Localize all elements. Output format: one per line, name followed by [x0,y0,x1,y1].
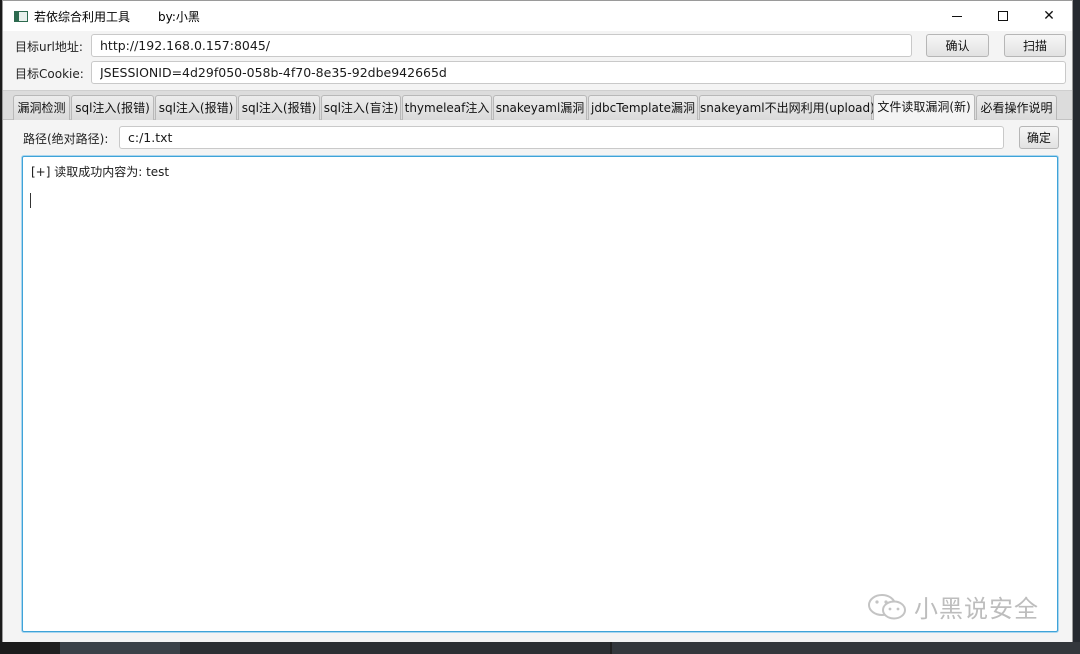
tab-jdbctemplate[interactable]: jdbcTemplate漏洞 [588,95,698,120]
file-read-panel: 路径(绝对路径): 确定 [+] 读取成功内容为: test 小黑说安全 [3,120,1072,642]
output-textarea[interactable]: [+] 读取成功内容为: test 小黑说安全 [22,156,1058,632]
url-input[interactable] [91,34,912,57]
maximize-icon [998,11,1008,21]
scan-button[interactable]: 扫描 [1004,34,1066,57]
tab-sql-blind[interactable]: sql注入(盲注) [321,95,401,120]
url-label: 目标url地址: [15,40,83,54]
title-bar: 若依综合利用工具 by:小黑 ✕ [3,1,1072,31]
confirm-button[interactable]: 确认 [926,34,989,57]
path-input[interactable] [119,126,1004,149]
tab-vuln-detect[interactable]: 漏洞检测 [13,95,70,120]
wechat-icon [868,593,906,619]
tab-sql-error-1[interactable]: sql注入(报错) [71,95,154,120]
minimize-button[interactable] [934,1,980,31]
cookie-input[interactable] [91,61,1066,84]
maximize-button[interactable] [980,1,1026,31]
window-author: by:小黑 [158,9,200,24]
app-window: 若依综合利用工具 by:小黑 ✕ 目标url地址: 确认 扫描 目标Cookie… [2,0,1073,642]
app-icon [14,10,28,22]
text-caret [30,193,31,208]
close-button[interactable]: ✕ [1026,1,1072,31]
tab-thymeleaf[interactable]: thymeleaf注入 [402,95,492,120]
tab-snakeyaml-upload[interactable]: snakeyaml不出网利用(upload) [699,95,875,120]
background-window-edge [1073,0,1080,654]
background-taskbar-edge [0,642,1080,654]
minimize-icon [952,15,962,17]
tab-instructions[interactable]: 必看操作说明 [976,95,1057,120]
tab-snakeyaml[interactable]: snakeyaml漏洞 [493,95,587,120]
ok-button[interactable]: 确定 [1019,126,1059,149]
tab-sql-error-2[interactable]: sql注入(报错) [155,95,237,120]
watermark: 小黑说安全 [866,589,1039,624]
path-label: 路径(绝对路径): [23,132,109,146]
cookie-label: 目标Cookie: [15,67,84,81]
tab-sql-error-3[interactable]: sql注入(报错) [238,95,320,120]
tab-file-read[interactable]: 文件读取漏洞(新) [873,94,975,121]
watermark-text: 小黑说安全 [914,595,1039,623]
window-controls: ✕ [934,1,1072,31]
close-icon: ✕ [1043,8,1055,24]
output-line: [+] 读取成功内容为: test [31,165,170,179]
window-title: 若依综合利用工具 [34,9,131,24]
tab-strip: 漏洞检测 sql注入(报错) sql注入(报错) sql注入(报错) sql注入… [3,90,1072,121]
